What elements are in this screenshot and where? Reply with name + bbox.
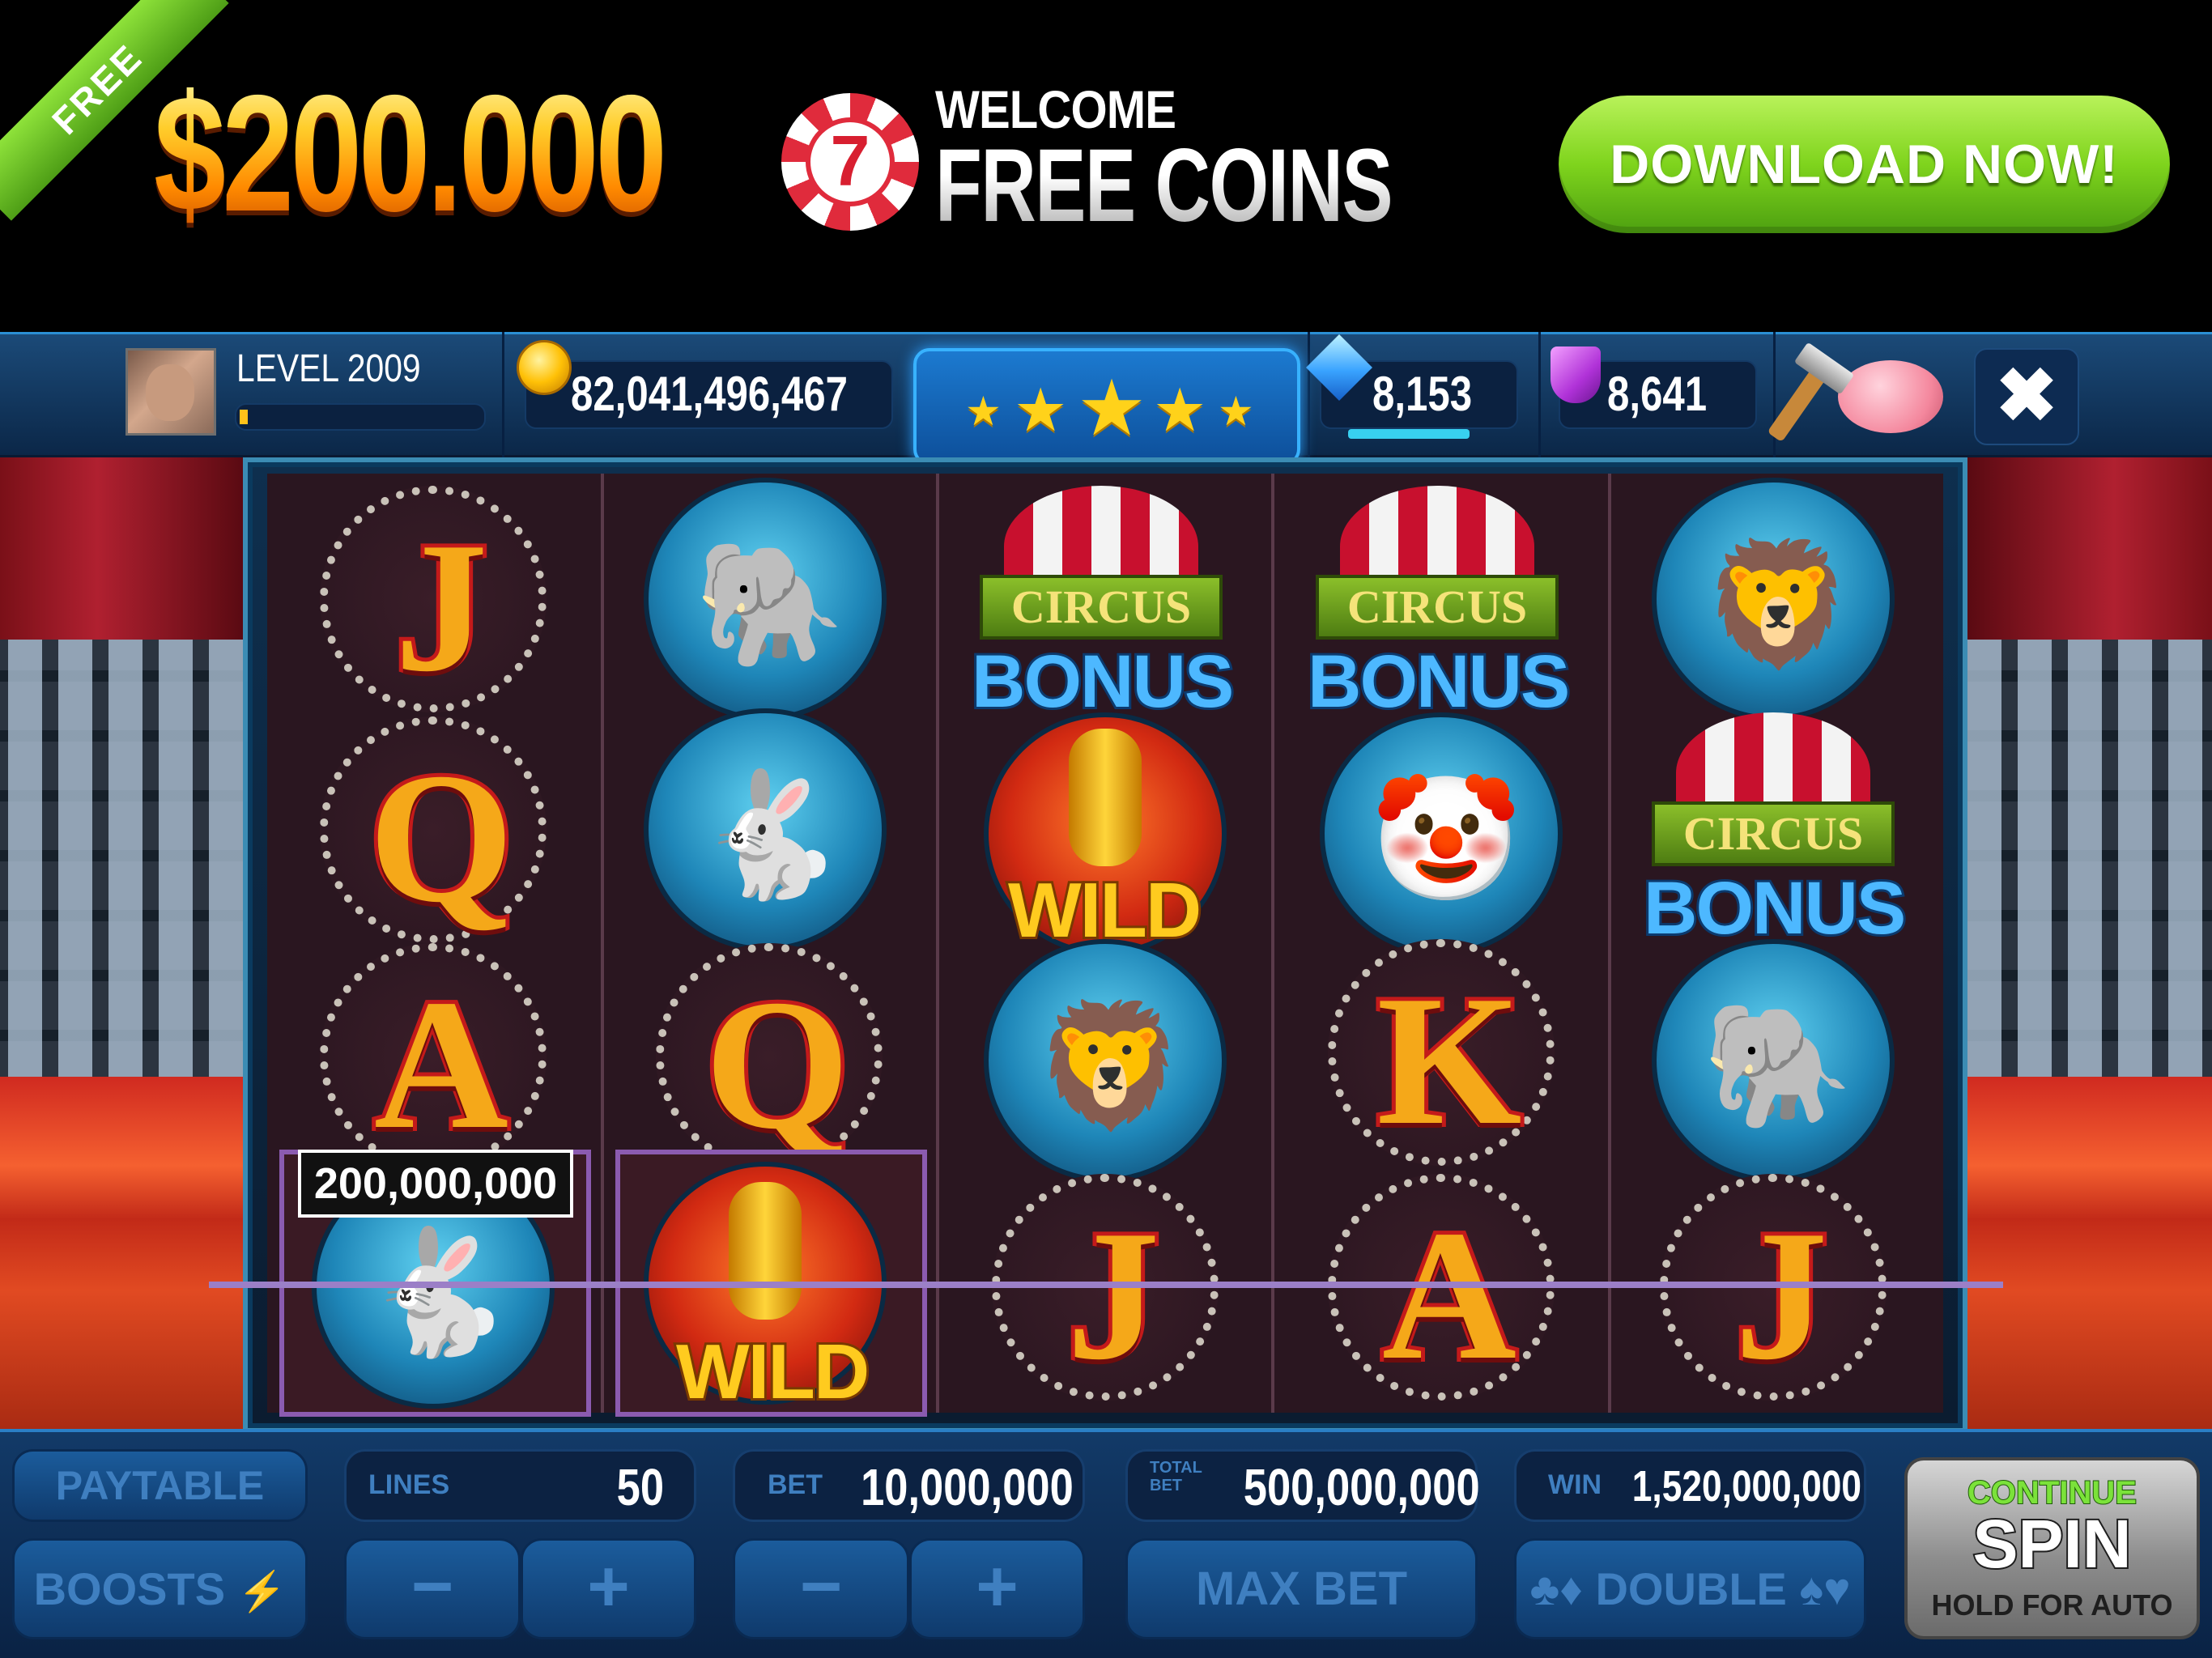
close-button[interactable]: ✖: [1974, 348, 2079, 445]
hud-divider: [1308, 332, 1310, 457]
lines-increase-button[interactable]: +: [521, 1538, 696, 1639]
curtain-right: [1967, 457, 2212, 640]
symbol-letter: A: [1378, 1188, 1521, 1402]
circus-banner: CIRCUS: [1316, 575, 1559, 640]
winning-payline: [209, 1282, 2003, 1288]
hud-divider: [1538, 332, 1541, 457]
star-icon: ★: [1014, 376, 1068, 444]
total-bet-value: 500,000,000: [1243, 1458, 1480, 1516]
symbol-q: Q: [320, 716, 547, 945]
xp-progress-fill: [240, 410, 248, 424]
boosts-button[interactable]: BOOSTS ⚡: [12, 1538, 308, 1639]
rabbit-hat-symbol: 🐇: [644, 708, 887, 951]
curtain-left: [0, 457, 243, 640]
promo-free-coins: FREE COINS: [935, 128, 1393, 244]
symbol-letter: Q: [365, 730, 518, 945]
seats-right: [1959, 640, 2212, 1101]
reel-separator: [1608, 474, 1611, 1413]
bet-value: 10,000,000: [861, 1458, 1074, 1516]
lightning-icon: ⚡: [237, 1571, 287, 1613]
cobra-icon: [729, 1182, 802, 1320]
hud-divider: [502, 332, 504, 457]
circus-bonus-symbol: CIRCUS: [972, 486, 1231, 648]
piggy-bank-icon: [1838, 360, 1943, 433]
clubs-diamonds-icon: ♣♦: [1529, 1563, 1583, 1614]
star-icon: ★: [1218, 389, 1254, 434]
download-now-button[interactable]: DOWNLOAD NOW!: [1559, 96, 2170, 233]
bet-label: BET: [768, 1469, 823, 1500]
reel-separator: [1271, 474, 1274, 1413]
spin-hold-label: HOLD FOR AUTO: [1931, 1588, 2173, 1622]
elephant-icon: 🐘: [694, 536, 846, 672]
rabbit-icon: 🐇: [694, 767, 846, 903]
ring-left: [0, 1077, 267, 1433]
elephant-icon: 🐘: [1702, 997, 1854, 1133]
spin-button[interactable]: CONTINUE SPIN HOLD FOR AUTO: [1904, 1457, 2200, 1639]
win-label: WIN: [1548, 1469, 1602, 1500]
star-icon: ★: [1077, 365, 1147, 452]
strongman-lion-symbol: 🦁: [1652, 478, 1895, 721]
elephant-symbol: 🐘: [1652, 939, 1895, 1182]
max-bet-button[interactable]: MAX BET: [1125, 1538, 1478, 1639]
spin-label: SPIN: [1971, 1504, 2133, 1584]
circus-bonus-symbol: CIRCUS: [1644, 712, 1903, 874]
circus-banner: CIRCUS: [980, 575, 1223, 640]
hud-divider: [1773, 332, 1776, 457]
symbol-letter: J: [1731, 1188, 1832, 1402]
wild-label: WILD: [674, 1326, 872, 1418]
control-bar: [0, 1429, 2212, 1658]
lines-decrease-button[interactable]: −: [344, 1538, 521, 1639]
lion-icon: 🦁: [1034, 997, 1186, 1133]
win-value: 1,520,000,000: [1631, 1462, 1861, 1511]
coin-icon: [517, 340, 572, 395]
double-button[interactable]: ♣♦ DOUBLE ♠♥: [1514, 1538, 1866, 1639]
circus-banner: CIRCUS: [1652, 801, 1895, 866]
chip-seven: 7: [806, 117, 895, 206]
symbol-letter: Q: [701, 957, 854, 1171]
clown-icon: 🤡: [1370, 771, 1522, 907]
level-label: LEVEL 2009: [236, 347, 421, 390]
gems-value: 8,153: [1372, 367, 1473, 421]
boosts-label: BOOSTS: [33, 1563, 226, 1614]
seats-left: [0, 640, 267, 1101]
double-label: DOUBLE: [1595, 1563, 1787, 1614]
star-rating-panel[interactable]: ★ ★ ★ ★ ★: [913, 348, 1300, 466]
symbol-j: J: [320, 486, 547, 714]
ring-right: [1959, 1077, 2212, 1433]
star-icon: ★: [965, 389, 1002, 434]
symbol-k: K: [1328, 939, 1555, 1167]
reel-separator: [936, 474, 939, 1413]
symbol-letter: J: [1063, 1188, 1164, 1402]
line-win-amount: 200,000,000: [298, 1150, 573, 1218]
paytable-button[interactable]: PAYTABLE: [12, 1449, 308, 1522]
spades-hearts-icon: ♠♥: [1799, 1563, 1851, 1614]
shields-value: 8,641: [1607, 367, 1708, 421]
cobra-icon: [1069, 729, 1142, 866]
symbol-letter: J: [391, 500, 492, 714]
coins-value: 82,041,496,467: [571, 367, 849, 421]
symbol-letter: A: [370, 957, 513, 1171]
lines-label: LINES: [368, 1469, 450, 1500]
gems-progress-bar: [1348, 429, 1470, 439]
avatar-face: [146, 364, 194, 421]
lines-value: 50: [616, 1458, 664, 1516]
strongman-lion-symbol: 🦁: [984, 939, 1227, 1182]
bet-increase-button[interactable]: +: [909, 1538, 1085, 1639]
bet-decrease-button[interactable]: −: [733, 1538, 909, 1639]
symbol-a: A: [320, 943, 547, 1171]
reel-separator: [601, 474, 604, 1413]
lion-icon: 🦁: [1702, 536, 1854, 672]
circus-bonus-symbol: CIRCUS: [1308, 486, 1567, 648]
symbol-q: Q: [656, 943, 883, 1171]
shield-icon: [1551, 346, 1601, 403]
star-icon: ★: [1153, 376, 1207, 444]
xp-progress-bar: [235, 403, 486, 431]
elephant-symbol: 🐘: [644, 478, 887, 721]
promo-amount: $200.000: [154, 61, 667, 246]
total-bet-label: TOTAL BET: [1150, 1459, 1202, 1494]
clown-symbol: 🤡: [1320, 712, 1563, 955]
symbol-letter: K: [1373, 953, 1526, 1167]
